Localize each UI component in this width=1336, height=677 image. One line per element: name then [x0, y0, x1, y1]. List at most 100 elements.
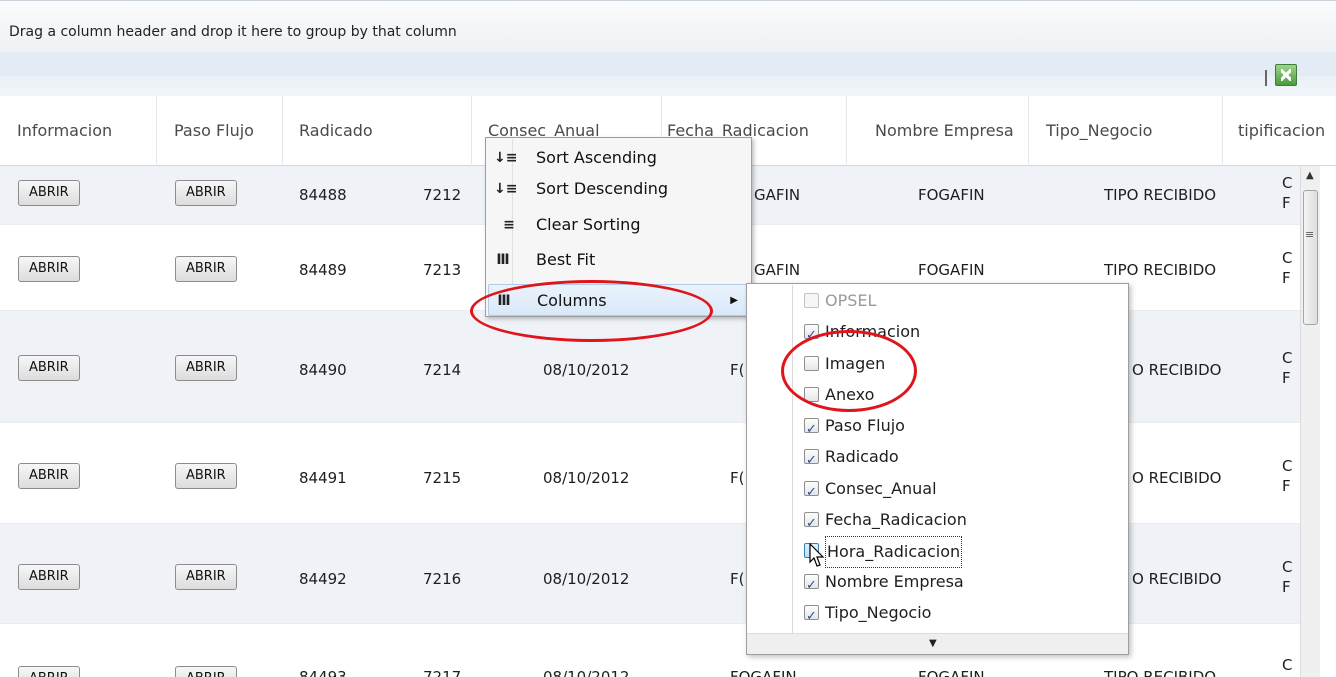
column-toggle-label: Nombre Empresa	[825, 572, 964, 591]
tipificacion-cell: C	[1282, 656, 1293, 674]
abrir-button[interactable]: ABRIR	[18, 180, 80, 206]
scroll-up-icon[interactable]: ▲	[1306, 170, 1314, 181]
sort-descending-icon: ↓≡	[494, 181, 518, 197]
abrir-button[interactable]: ABRIR	[18, 355, 80, 381]
fecha-cell: 08/10/2012	[543, 469, 630, 487]
columns-submenu: OPSEL Informacion Imagen Anexo Paso Fluj…	[746, 283, 1129, 655]
tipificacion-cell: F	[1282, 477, 1291, 495]
tipo-negocio-cell: O RECIBIDO	[1132, 469, 1222, 487]
scroll-grip-icon: ≡	[1305, 228, 1315, 241]
abrir-button[interactable]: ABRIR	[175, 256, 237, 282]
consec-cell: 7215	[423, 469, 462, 487]
annotation-oval	[470, 280, 713, 342]
tipificacion-cell: C	[1282, 457, 1293, 475]
submenu-gutter	[792, 285, 793, 635]
scroll-thumb[interactable]	[1303, 190, 1318, 325]
grid-toolbar	[0, 52, 1336, 96]
consec-cell: 7213	[423, 261, 462, 279]
toolbar-separator	[1265, 70, 1267, 86]
grid-window: Drag a column header and drop it here to…	[0, 0, 1336, 677]
tipificacion-cell: F	[1282, 369, 1291, 387]
checkbox[interactable]	[804, 602, 819, 632]
column-toggle-label: Tipo_Negocio	[825, 603, 932, 622]
menu-item-label: Clear Sorting	[536, 215, 641, 234]
checkbox[interactable]	[804, 415, 819, 445]
group-by-panel[interactable]: Drag a column header and drop it here to…	[0, 0, 1336, 52]
empresa-cell-partial: GAFIN	[754, 186, 801, 204]
header-informacion[interactable]: Informacion	[0, 96, 156, 166]
abrir-button[interactable]: ABRIR	[18, 256, 80, 282]
empresa-cell-partial: F(	[730, 361, 745, 379]
abrir-button[interactable]: ABRIR	[175, 463, 237, 489]
column-toggle-label: Paso Flujo	[825, 416, 905, 435]
tipo-negocio-cell: O RECIBIDO	[1132, 361, 1222, 379]
column-toggle-label: OPSEL	[825, 291, 877, 310]
menu-item-label: Sort Descending	[536, 179, 669, 198]
header-paso-flujo[interactable]: Paso Flujo	[156, 96, 282, 166]
tipificacion-cell: F	[1282, 269, 1291, 287]
checkbox[interactable]	[804, 478, 819, 508]
menu-item-best-fit[interactable]: Ⅲ Best Fit	[488, 244, 749, 276]
tipificacion-cell: C	[1282, 249, 1293, 267]
empresa-cell-partial: F(	[730, 469, 745, 487]
menu-item-clear-sorting[interactable]: ≡ Clear Sorting	[488, 209, 749, 241]
mouse-cursor-icon	[809, 543, 825, 567]
column-toggle-label: Radicado	[825, 447, 899, 466]
checkbox[interactable]	[804, 293, 819, 308]
empresa-cell-partial: F(	[730, 570, 745, 588]
header-radicado[interactable]: Radicado	[282, 96, 471, 166]
checkbox[interactable]	[804, 571, 819, 601]
header-label: tipificacion	[1238, 121, 1326, 140]
abrir-button[interactable]: ABRIR	[175, 564, 237, 590]
scroll-down-icon[interactable]: ▼	[929, 638, 937, 649]
menu-item-label: Sort Ascending	[536, 148, 657, 167]
abrir-button[interactable]: ABRIR	[18, 463, 80, 489]
tipo-negocio-cell: TIPO RECIBIDO	[1104, 261, 1217, 279]
annotation-oval	[781, 330, 917, 412]
checkbox[interactable]	[804, 509, 819, 539]
header-tipo-negocio[interactable]: Tipo_Negocio	[1028, 96, 1222, 166]
empresa-cell-partial: GAFIN	[754, 261, 801, 279]
excel-export-icon[interactable]	[1275, 64, 1297, 86]
column-toggle-label: Hora_Radicacion	[825, 536, 963, 568]
submenu-scroll-down[interactable]: ▼	[747, 633, 1128, 654]
vertical-scrollbar[interactable]: ▲ ≡	[1300, 166, 1320, 677]
header-label: Radicado	[299, 121, 373, 140]
column-toggle-label: Consec_Anual	[825, 479, 937, 498]
header-tipificacion[interactable]: tipificacion	[1222, 96, 1336, 166]
column-toggle-label: Fecha_Radicacion	[825, 510, 967, 529]
nombre-empresa-cell: FOGAFIN	[918, 668, 985, 677]
abrir-button[interactable]: ABRIR	[175, 180, 237, 206]
tipificacion-cell: C	[1282, 349, 1293, 367]
menu-item-sort-ascending[interactable]: ↓≡ Sort Ascending	[488, 142, 749, 174]
abrir-button[interactable]: ABRIR	[175, 355, 237, 381]
clear-sorting-icon: ≡	[503, 217, 515, 233]
header-label: Informacion	[17, 121, 113, 140]
radicado-cell: 84491	[299, 469, 347, 487]
tipo-negocio-cell: O RECIBIDO	[1132, 570, 1222, 588]
consec-cell: 7216	[423, 570, 462, 588]
radicado-cell: 84492	[299, 570, 347, 588]
sort-ascending-icon: ↓≡	[494, 150, 518, 166]
tipificacion-cell: C	[1282, 174, 1293, 192]
consec-cell: 7212	[423, 186, 462, 204]
header-label: Nombre Empresa	[875, 121, 1014, 140]
nombre-empresa-cell: FOGAFIN	[918, 186, 985, 204]
menu-item-sort-descending[interactable]: ↓≡ Sort Descending	[488, 173, 749, 205]
checkbox[interactable]	[804, 446, 819, 476]
menu-item-label: Best Fit	[536, 250, 596, 269]
submenu-arrow-icon: ▶	[730, 295, 738, 306]
consec-cell: 7217	[423, 668, 462, 677]
best-fit-icon: Ⅲ	[496, 252, 510, 268]
tipo-negocio-cell: TIPO RECIBIDO	[1104, 668, 1217, 677]
header-nombre-empresa[interactable]: Nombre Empresa	[846, 96, 1028, 166]
abrir-button[interactable]: ABRIR	[18, 666, 80, 677]
header-label: Tipo_Negocio	[1046, 121, 1153, 140]
abrir-button[interactable]: ABRIR	[175, 666, 237, 677]
group-by-hint: Drag a column header and drop it here to…	[9, 24, 457, 40]
abrir-button[interactable]: ABRIR	[18, 564, 80, 590]
radicado-cell: 84490	[299, 361, 347, 379]
empresa-cell-partial: FOGAFIN	[730, 668, 797, 677]
fecha-cell: 08/10/2012	[543, 361, 630, 379]
header-label: Paso Flujo	[174, 121, 254, 140]
